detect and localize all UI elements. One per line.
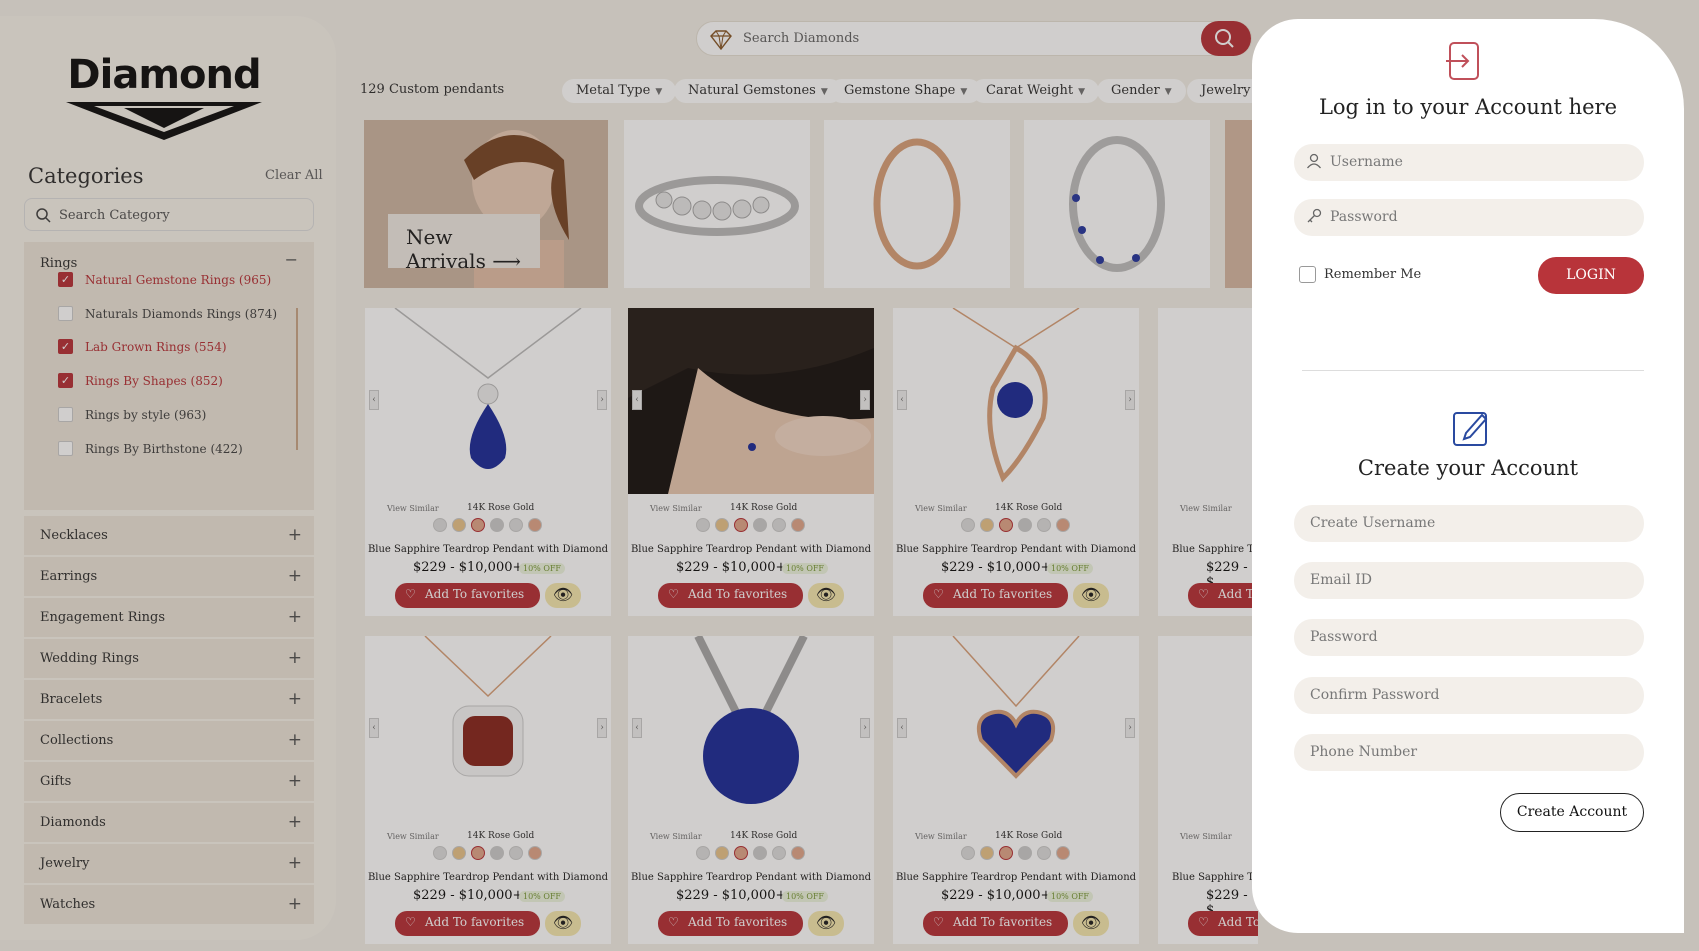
remember-me-label: Remember Me: [1324, 267, 1422, 282]
account-panel: Log in to your Account here Username Pas…: [1252, 19, 1684, 933]
login-icon: [1446, 42, 1479, 80]
username-placeholder: Username: [1330, 154, 1403, 170]
create-username-placeholder: Create Username: [1310, 515, 1436, 531]
register-password-placeholder: Password: [1310, 629, 1378, 645]
create-username-input[interactable]: Create Username: [1294, 505, 1644, 542]
phone-number-placeholder: Phone Number: [1310, 744, 1418, 760]
username-input[interactable]: Username: [1294, 144, 1644, 181]
create-account-title: Create your Account: [1357, 456, 1579, 480]
remember-me-checkbox[interactable]: Remember Me: [1299, 266, 1421, 283]
phone-number-input[interactable]: Phone Number: [1294, 734, 1644, 771]
section-divider: [1302, 370, 1644, 371]
register-password-input[interactable]: Password: [1294, 619, 1644, 656]
password-placeholder: Password: [1330, 209, 1398, 225]
confirm-password-input[interactable]: Confirm Password: [1294, 677, 1644, 714]
login-title: Log in to your Account here: [1318, 95, 1618, 119]
user-icon: [1306, 153, 1322, 169]
create-account-button[interactable]: Create Account: [1500, 793, 1644, 832]
key-icon: [1307, 208, 1322, 223]
checkbox-icon[interactable]: [1299, 266, 1316, 283]
edit-icon: [1453, 412, 1488, 446]
confirm-password-placeholder: Confirm Password: [1310, 687, 1440, 703]
email-placeholder: Email ID: [1310, 572, 1373, 588]
login-button[interactable]: LOGIN: [1538, 257, 1644, 294]
password-input[interactable]: Password: [1294, 199, 1644, 236]
email-input[interactable]: Email ID: [1294, 562, 1644, 599]
